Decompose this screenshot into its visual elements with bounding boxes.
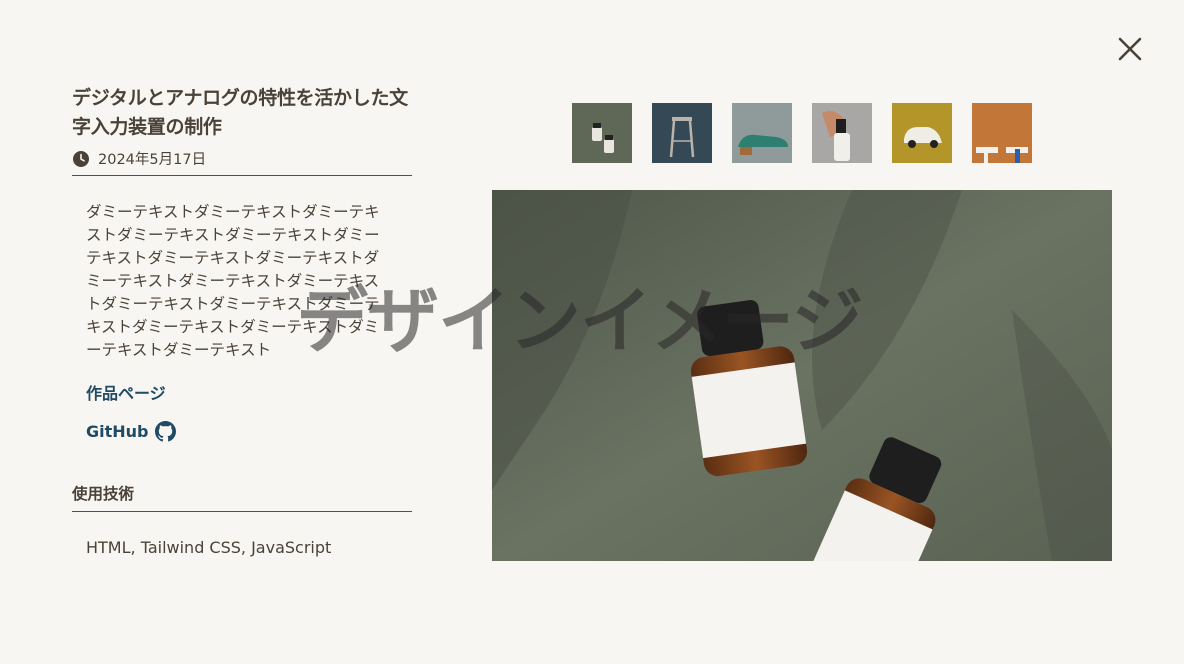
thumbnail-bottles-image (572, 103, 632, 163)
close-button[interactable] (1114, 33, 1146, 65)
thumbnail-shoe-image (732, 103, 792, 163)
thumbnail-bottles[interactable] (572, 103, 632, 163)
thumbnail-hand-pump-image (812, 103, 872, 163)
main-image (492, 190, 1112, 561)
github-icon (154, 421, 176, 442)
thumbnail-razors[interactable] (972, 103, 1032, 163)
thumbnail-razors-image (972, 103, 1032, 163)
thumbnail-strip (572, 103, 1032, 163)
thumbnail-stool-image (652, 103, 712, 163)
thumbnail-hand-pump[interactable] (812, 103, 872, 163)
tech-heading: 使用技術 (72, 482, 412, 512)
github-link-label: GitHub (86, 422, 149, 441)
thumbnail-toy-car[interactable] (892, 103, 952, 163)
project-details: デジタルとアナログの特性を活かした文字入力装置の制作 2024年5月17日 ダミ… (72, 84, 412, 557)
works-page-link[interactable]: 作品ページ (86, 380, 412, 404)
works-page-link-label: 作品ページ (86, 384, 166, 403)
github-link[interactable]: GitHub (86, 421, 412, 442)
tech-list: HTML, Tailwind CSS, JavaScript (86, 538, 332, 557)
clock-icon (73, 150, 89, 167)
project-description: ダミーテキストダミーテキストダミーテキストダミーテキストダミーテキストダミーテキ… (86, 203, 380, 359)
close-icon (1118, 37, 1142, 61)
thumbnail-toy-car-image (892, 103, 952, 163)
thumbnail-shoe[interactable] (732, 103, 792, 163)
thumbnail-stool[interactable] (652, 103, 712, 163)
date-row: 2024年5月17日 (72, 148, 412, 176)
main-image-picture (492, 190, 1112, 561)
publish-date: 2024年5月17日 (98, 152, 207, 168)
project-title: デジタルとアナログの特性を活かした文字入力装置の制作 (72, 87, 408, 138)
